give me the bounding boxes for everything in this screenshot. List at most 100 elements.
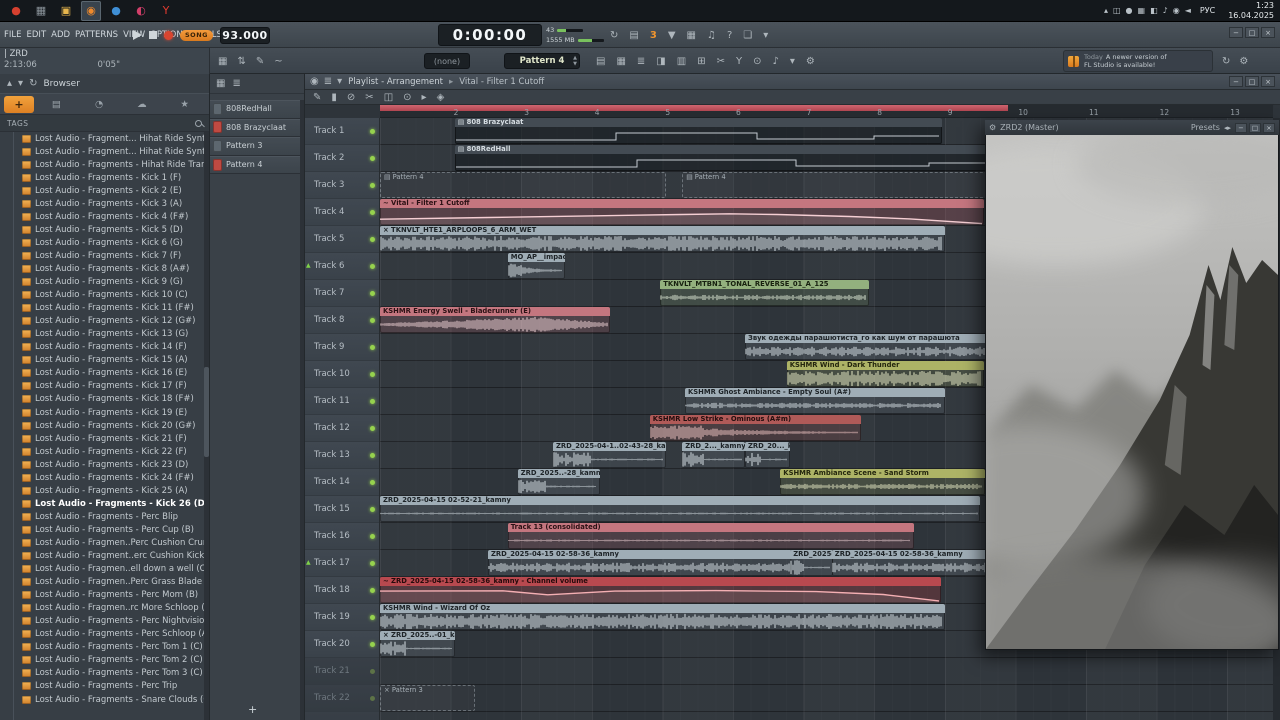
paint-tool-icon[interactable]: ▮ <box>331 92 337 103</box>
pattern-item-808-brazyclaat[interactable]: 808 Brazyclaat <box>210 118 300 138</box>
track-header-19[interactable]: Track 19 <box>305 604 379 631</box>
browser-item[interactable]: Lost Audio - Fragments - Kick 2 (E) <box>0 184 209 197</box>
menu-edit[interactable]: EDIT <box>27 30 47 40</box>
time-display[interactable]: 0:00:00 <box>438 24 542 46</box>
recent-tab-icon[interactable]: ◔ <box>79 96 120 113</box>
piano-roll-icon[interactable]: ▦ <box>616 56 625 67</box>
wave-icon[interactable]: ~ <box>274 56 282 67</box>
chat-icon[interactable]: ❏ <box>743 30 752 41</box>
track-header-23[interactable]: Track 23 <box>305 712 379 720</box>
video-window-titlebar[interactable]: ⚙ ZRD2 (Master) Presets ◂▸ − □ × <box>985 120 1279 135</box>
channel-rack-icon[interactable]: ▦ <box>218 56 227 67</box>
undo-icon[interactable]: ↻ <box>610 30 618 41</box>
browser-scrollbar[interactable] <box>204 132 209 720</box>
expand-icon[interactable]: ▾ <box>18 78 23 89</box>
collapse-icon[interactable]: ▴ <box>7 78 12 89</box>
clip-zrd-20-kamny[interactable]: ZRD_20..._kamny <box>745 442 791 468</box>
media-app-icon[interactable]: ◐ <box>131 1 151 21</box>
edit-icon[interactable]: ✎ <box>256 56 264 67</box>
tray-record-icon[interactable]: ● <box>1126 6 1133 15</box>
track-enable-led[interactable] <box>370 669 375 674</box>
browser-item[interactable]: Lost Audio - Fragments - Kick 18 (F#) <box>0 393 209 406</box>
playlist-title[interactable]: Playlist - Arrangement <box>348 77 443 87</box>
track-enable-led[interactable] <box>370 129 375 134</box>
browser-item[interactable]: Lost Audio - Fragments - Kick 20 (G#) <box>0 419 209 432</box>
track-enable-led[interactable] <box>370 480 375 485</box>
tray-network-icon[interactable]: ◉ <box>1173 6 1180 15</box>
draw-tool-icon[interactable]: ✎ <box>313 92 321 103</box>
track-header-11[interactable]: Track 11 <box>305 388 379 415</box>
snap-icon[interactable]: ◈ <box>437 92 445 103</box>
browser-item[interactable]: Lost Audio - Fragments - Kick 11 (F#) <box>0 302 209 315</box>
cloud-tab-icon[interactable]: ☁ <box>122 96 163 113</box>
update-icon[interactable]: ↻ <box>1222 56 1230 67</box>
typing-keyboard-icon[interactable]: ▦ <box>687 30 696 41</box>
clip-pattern-3[interactable]: × Pattern 3 <box>380 685 476 711</box>
browser-item[interactable]: Lost Audio - Fragments - Perc Tom 3 (C) <box>0 667 209 680</box>
close-button[interactable]: × <box>1261 27 1275 38</box>
browser-item[interactable]: Lost Audio - Fragments - Kick 6 (G) <box>0 236 209 249</box>
track-header-16[interactable]: Track 16 <box>305 523 379 550</box>
clip-tknvlt-mtbn1-tonal-reverse-01-a-125[interactable]: TKNVLT_MTBN1_TONAL_REVERSE_01_A_125 <box>660 280 869 306</box>
blue-browser-icon[interactable]: ● <box>106 1 126 21</box>
clip-zrd-2025-28-kamny[interactable]: ZRD_2025..-28_kamny <box>517 469 600 495</box>
playlist-icon[interactable]: ▤ <box>596 56 605 67</box>
browser-item[interactable]: Lost Audio - Fragments - Kick 23 (D) <box>0 458 209 471</box>
browser-toggle-icon[interactable]: ◨ <box>656 56 665 67</box>
track-enable-led[interactable] <box>370 426 375 431</box>
browser-item[interactable]: Lost Audio - Fragments - Kick 21 (F) <box>0 432 209 445</box>
help-icon[interactable]: ? <box>727 30 732 41</box>
pattern-list-icon[interactable]: ≣ <box>232 78 240 89</box>
track-header-12[interactable]: Track 12 <box>305 415 379 442</box>
clip-zrd-2025-04-15-02-52-21-kamny[interactable]: ZRD_2025-04-15 02-52-21_kamny <box>380 496 981 522</box>
browser-item[interactable]: Lost Audio - Fragment... Hihat Ride Synt… <box>0 132 209 145</box>
system-clock[interactable]: 1:23 16.04.2025 <box>1228 1 1274 21</box>
track-header-10[interactable]: Track 10 <box>305 361 379 388</box>
add-pattern-button[interactable]: + <box>248 703 257 716</box>
update-notification[interactable]: Today A newer version of FL Studio is ava… <box>1063 50 1213 72</box>
pattern-spinner[interactable]: ▲ ▼ <box>573 55 577 67</box>
delete-tool-icon[interactable]: ⊘ <box>347 92 355 103</box>
track-enable-led[interactable] <box>370 534 375 539</box>
favorites-tab-icon[interactable]: ★ <box>164 96 205 113</box>
browser-item[interactable]: Lost Audio - Fragments - Snare Clouds (G… <box>0 693 209 706</box>
playlist-maximize-button[interactable]: □ <box>1245 76 1259 87</box>
fl-studio-icon[interactable]: ◉ <box>81 0 101 21</box>
dark-app-icon[interactable]: ▦ <box>31 1 51 21</box>
metronome-icon[interactable]: ▼ <box>668 30 676 41</box>
browser-item[interactable]: Lost Audio - Fragment..erc Cushion Kick … <box>0 550 209 563</box>
clip-pattern-4[interactable]: ▤ Pattern 4 <box>380 172 666 198</box>
video-close-button[interactable]: × <box>1263 122 1275 133</box>
track-header-13[interactable]: Track 13 <box>305 442 379 469</box>
pattern-item-pattern-4[interactable]: Pattern 4 <box>210 155 300 175</box>
tray-gpu-icon[interactable]: ◧ <box>1150 6 1158 15</box>
browser-item[interactable]: Lost Audio - Fragmen..ell down a well (C… <box>0 563 209 576</box>
browser-item[interactable]: Lost Audio - Fragments - Kick 19 (E) <box>0 406 209 419</box>
browser-item[interactable]: Lost Audio - Fragments - Kick 5 (D) <box>0 223 209 236</box>
track-header-7[interactable]: Track 7 <box>305 280 379 307</box>
yandex-browser-icon[interactable]: Y <box>156 1 176 21</box>
files-tab-icon[interactable]: ▤ <box>36 96 77 113</box>
settings-icon[interactable]: ⚙ <box>806 56 815 67</box>
track-header-8[interactable]: Track 8 <box>305 307 379 334</box>
language-indicator[interactable]: РУС <box>1200 6 1215 15</box>
song-mode-toggle[interactable]: SONG <box>180 29 213 41</box>
track-enable-led[interactable] <box>370 237 375 242</box>
browser-item[interactable]: Lost Audio - Fragments - Kick 25 (A) <box>0 484 209 497</box>
timeline-ruler[interactable]: 2 3 4 5 6 7 8 9 10 11 12 13 <box>380 105 1273 118</box>
file-explorer-icon[interactable]: ▣ <box>56 1 76 21</box>
track-enable-led[interactable] <box>370 588 375 593</box>
presets-label[interactable]: Presets <box>1191 123 1220 132</box>
browser-item[interactable]: Lost Audio - Fragments - Kick 13 (G) <box>0 328 209 341</box>
slice-icon[interactable]: ✂ <box>717 56 725 67</box>
pattern-item-pattern-3[interactable]: Pattern 3 <box>210 137 300 156</box>
track-enable-led[interactable] <box>370 615 375 620</box>
track-header-3[interactable]: Track 3 <box>305 172 379 199</box>
track-enable-led[interactable] <box>370 399 375 404</box>
stop-button[interactable] <box>149 31 157 39</box>
clip-zrd-2025-04-15-02-58-36-kamny[interactable]: ZRD_2025-04-15 02-58-36_kamny <box>831 550 1009 576</box>
playlist-minimize-button[interactable]: − <box>1229 76 1243 87</box>
pattern-item-808redhall[interactable]: 808RedHall <box>210 100 300 119</box>
clip-kshmr-low-strike-ominous-a-m[interactable]: KSHMR Low Strike - Ominous (A#m) <box>649 415 862 441</box>
browser-item[interactable]: Lost Audio - Fragments - Kick 24 (F#) <box>0 471 209 484</box>
